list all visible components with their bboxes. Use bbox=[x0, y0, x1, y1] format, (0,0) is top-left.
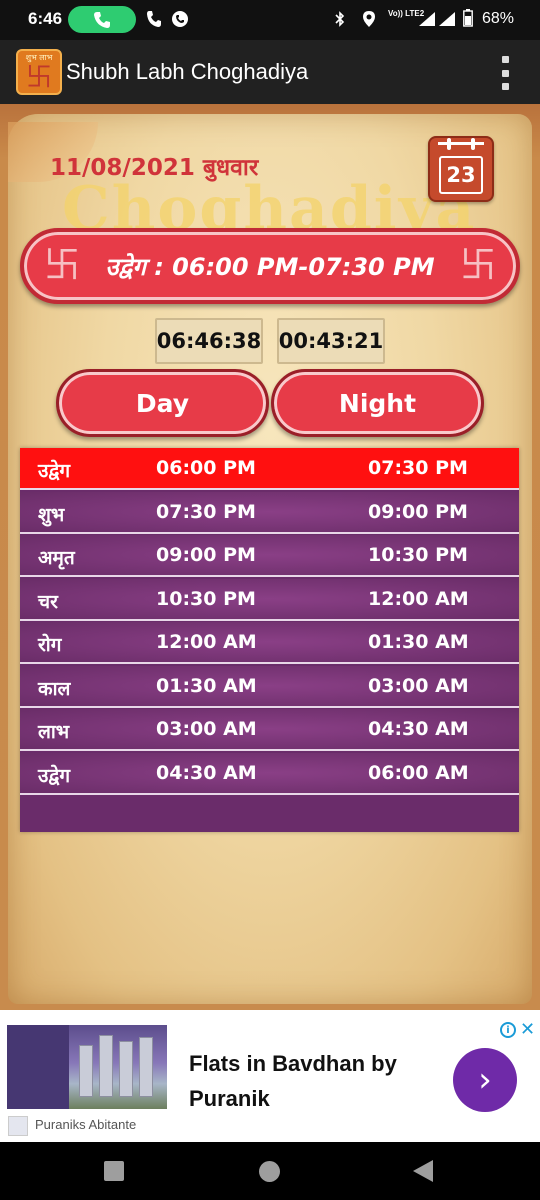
choghadiya-name: शुभ bbox=[38, 504, 65, 526]
remaining-time-clock: 00:43:21 bbox=[277, 318, 385, 364]
ad-image-tower bbox=[139, 1037, 153, 1097]
phone-icon bbox=[94, 11, 110, 28]
ad-image-tower bbox=[79, 1045, 93, 1097]
table-row[interactable]: उद्वेग 06:00 PM 07:30 PM bbox=[20, 448, 519, 490]
location-icon bbox=[363, 11, 375, 27]
start-time: 03:00 AM bbox=[156, 718, 257, 740]
choghadiya-table: उद्वेग 06:00 PM 07:30 PM शुभ 07:30 PM 09… bbox=[20, 448, 519, 832]
end-time: 03:00 AM bbox=[368, 675, 469, 697]
ad-sponsor: Puraniks Abitante bbox=[35, 1117, 137, 1132]
end-time: 09:00 PM bbox=[368, 501, 468, 523]
ad-title-line: Puranik bbox=[189, 1086, 270, 1111]
bluetooth-icon bbox=[335, 11, 345, 27]
start-time: 12:00 AM bbox=[156, 631, 257, 653]
ad-title[interactable]: Flats in Bavdhan by Puranik bbox=[189, 1046, 397, 1116]
choghadiya-name: उद्वेग bbox=[38, 765, 71, 787]
ad-image-tower bbox=[119, 1041, 133, 1097]
swastika-icon: 卐 bbox=[25, 63, 52, 93]
home-button[interactable] bbox=[259, 1161, 280, 1182]
start-time: 06:00 PM bbox=[156, 457, 256, 479]
current-choghadiya-banner: 卐 उद्वेग : 06:00 PM-07:30 PM 卐 bbox=[20, 228, 520, 304]
calendar-button[interactable]: 23 bbox=[428, 136, 494, 202]
app-bar: शुभ लाभ 卐 Shubh Labh Choghadiya bbox=[0, 40, 540, 104]
ad-banner[interactable]: Flats in Bavdhan by Puranik › Puraniks A… bbox=[0, 1010, 540, 1142]
ongoing-call-pill[interactable] bbox=[68, 6, 136, 33]
system-nav-bar bbox=[0, 1142, 540, 1200]
swastika-icon: 卐 bbox=[459, 245, 496, 286]
choghadiya-name: काल bbox=[38, 678, 71, 700]
date-label: 11/08/2021 बुधवार bbox=[50, 155, 259, 181]
end-time: 04:30 AM bbox=[368, 718, 469, 740]
table-row[interactable]: लाभ 03:00 AM 04:30 AM bbox=[20, 709, 519, 751]
app-title: Shubh Labh Choghadiya bbox=[66, 59, 309, 84]
table-row[interactable]: चर 10:30 PM 12:00 AM bbox=[20, 579, 519, 621]
choghadiya-name: चर bbox=[38, 591, 58, 613]
choghadiya-name: उद्वेग bbox=[38, 460, 71, 482]
ad-image-tower bbox=[99, 1035, 113, 1097]
start-time: 07:30 PM bbox=[156, 501, 256, 523]
table-row[interactable]: रोग 12:00 AM 01:30 AM bbox=[20, 622, 519, 664]
recents-button[interactable] bbox=[104, 1161, 124, 1181]
battery-percent: 68% bbox=[481, 10, 514, 27]
start-time: 09:00 PM bbox=[156, 544, 256, 566]
signal-icon bbox=[439, 12, 455, 26]
start-time: 01:30 AM bbox=[156, 675, 257, 697]
logo-caption: शुभ लाभ bbox=[25, 53, 53, 62]
close-icon[interactable]: ✕ bbox=[520, 1019, 535, 1040]
main-content: Choghadiya 11/08/2021 बुधवार 23 卐 उद्वेग… bbox=[0, 104, 540, 1010]
start-time: 04:30 AM bbox=[156, 762, 257, 784]
start-time: 10:30 PM bbox=[156, 588, 256, 610]
phone-icon bbox=[147, 11, 161, 27]
end-time: 06:00 AM bbox=[368, 762, 469, 784]
ad-sponsor-logo bbox=[8, 1116, 28, 1136]
battery-icon bbox=[463, 9, 473, 27]
signal-icon bbox=[419, 12, 435, 26]
chevron-right-icon[interactable]: › bbox=[453, 1048, 517, 1112]
table-row[interactable]: शुभ 07:30 PM 09:00 PM bbox=[20, 492, 519, 534]
table-row[interactable]: अमृत 09:00 PM 10:30 PM bbox=[20, 535, 519, 577]
status-bar: 6:46 Vo)) LTE2 68% bbox=[0, 0, 540, 40]
status-time: 6:46 bbox=[28, 9, 63, 28]
whatsapp-icon bbox=[172, 11, 188, 27]
day-button[interactable]: Day bbox=[56, 369, 269, 437]
ad-image-panel bbox=[7, 1025, 69, 1109]
end-time: 12:00 AM bbox=[368, 588, 469, 610]
current-choghadiya-text: उद्वेग : 06:00 PM-07:30 PM bbox=[105, 252, 435, 281]
choghadiya-name: रोग bbox=[38, 634, 62, 656]
current-time-clock: 06:46:38 bbox=[155, 318, 263, 364]
ad-image[interactable] bbox=[7, 1025, 167, 1109]
table-row[interactable]: उद्वेग 04:30 AM 06:00 AM bbox=[20, 753, 519, 795]
calendar-day: 23 bbox=[439, 156, 483, 194]
choghadiya-name: लाभ bbox=[38, 721, 70, 743]
ad-title-line: Flats in Bavdhan by bbox=[189, 1051, 397, 1076]
overflow-menu-icon[interactable] bbox=[500, 56, 510, 90]
back-button[interactable] bbox=[413, 1160, 433, 1182]
end-time: 01:30 AM bbox=[368, 631, 469, 653]
app-logo: शुभ लाभ 卐 bbox=[16, 49, 62, 95]
end-time: 07:30 PM bbox=[368, 457, 468, 479]
night-button[interactable]: Night bbox=[271, 369, 484, 437]
table-row[interactable]: काल 01:30 AM 03:00 AM bbox=[20, 666, 519, 708]
calendar-icon bbox=[438, 142, 484, 152]
end-time: 10:30 PM bbox=[368, 544, 468, 566]
choghadiya-name: अमृत bbox=[38, 547, 75, 569]
info-icon[interactable]: i bbox=[500, 1022, 516, 1038]
